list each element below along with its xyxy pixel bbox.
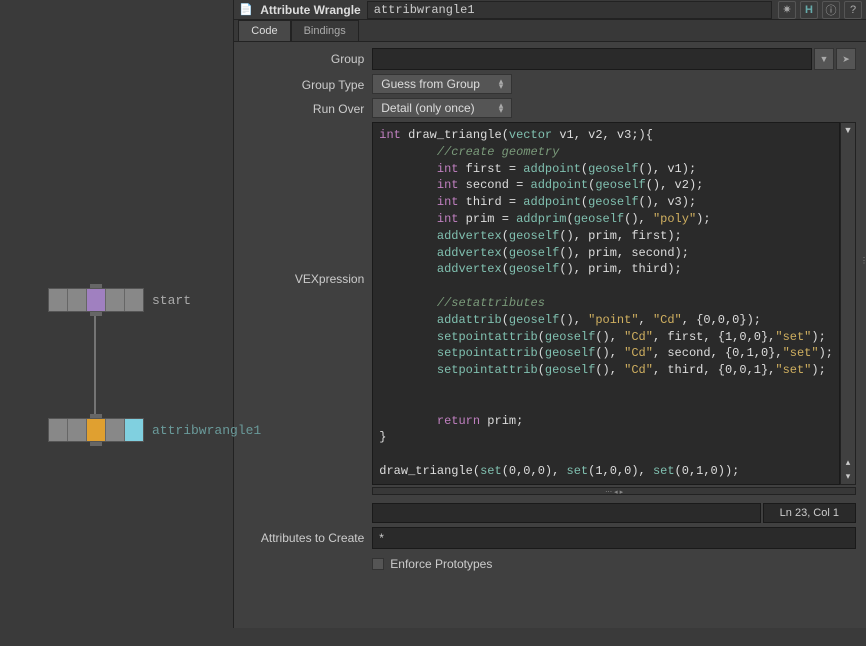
chevron-updown-icon: ▴▾ bbox=[499, 79, 504, 89]
tab-code[interactable]: Code bbox=[238, 20, 290, 41]
node-start[interactable]: start bbox=[48, 288, 191, 312]
group-type-dropdown[interactable]: Guess from Group ▴▾ bbox=[372, 74, 512, 94]
group-type-label: Group Type bbox=[244, 74, 364, 92]
group-dropdown-icon[interactable]: ▼ bbox=[814, 48, 834, 70]
gear-icon[interactable]: ✷ bbox=[778, 1, 796, 19]
scroll-up-icon[interactable]: ▴ bbox=[841, 456, 855, 470]
group-select-icon[interactable]: ➤ bbox=[836, 48, 856, 70]
group-label: Group bbox=[244, 48, 364, 66]
attrs-input[interactable] bbox=[372, 527, 856, 549]
scroll-down-icon[interactable]: ▾ bbox=[841, 470, 855, 484]
houdini-icon[interactable]: H bbox=[800, 1, 818, 19]
panel-header: 📄 Attribute Wrangle ✷ H ⓘ ? bbox=[234, 0, 866, 20]
tab-bindings[interactable]: Bindings bbox=[291, 20, 359, 41]
chevron-updown-icon: ▴▾ bbox=[499, 103, 504, 113]
resize-handle-icon[interactable]: ⋮⋮ bbox=[860, 256, 866, 272]
network-view[interactable]: start attribwrangle1 bbox=[0, 0, 233, 646]
code-sidebar: ▼ ▴ ▾ bbox=[840, 122, 856, 485]
help-icon[interactable]: ? bbox=[844, 1, 862, 19]
enforce-label: Enforce Prototypes bbox=[390, 557, 492, 571]
code-dropdown-icon[interactable]: ▼ bbox=[841, 123, 855, 137]
node-type-icon: 📄 bbox=[238, 2, 254, 18]
parameter-panel: 📄 Attribute Wrangle ✷ H ⓘ ? Code Binding… bbox=[233, 0, 866, 628]
run-over-dropdown[interactable]: Detail (only once) ▴▾ bbox=[372, 98, 512, 118]
tabs: Code Bindings bbox=[234, 20, 866, 42]
line-col-indicator: Ln 23, Col 1 bbox=[763, 503, 856, 523]
vex-label: VEXpression bbox=[244, 122, 364, 523]
node-type-title: Attribute Wrangle bbox=[260, 3, 360, 17]
status-input[interactable] bbox=[372, 503, 760, 523]
run-over-label: Run Over bbox=[244, 98, 364, 116]
node-wrangle-label: attribwrangle1 bbox=[152, 423, 261, 438]
group-input[interactable] bbox=[372, 48, 812, 70]
node-name-input[interactable] bbox=[367, 1, 772, 19]
vex-code-editor[interactable]: int draw_triangle(vector v1, v2, v3;){ /… bbox=[372, 122, 840, 485]
info-icon[interactable]: ⓘ bbox=[822, 1, 840, 19]
enforce-checkbox[interactable] bbox=[372, 558, 384, 570]
attrs-label: Attributes to Create bbox=[244, 527, 364, 545]
node-start-label: start bbox=[152, 293, 191, 308]
wire bbox=[60, 312, 140, 418]
node-attribwrangle[interactable]: attribwrangle1 bbox=[48, 418, 261, 442]
expand-handle[interactable]: ⋯ ◂ ▸ bbox=[372, 487, 856, 495]
